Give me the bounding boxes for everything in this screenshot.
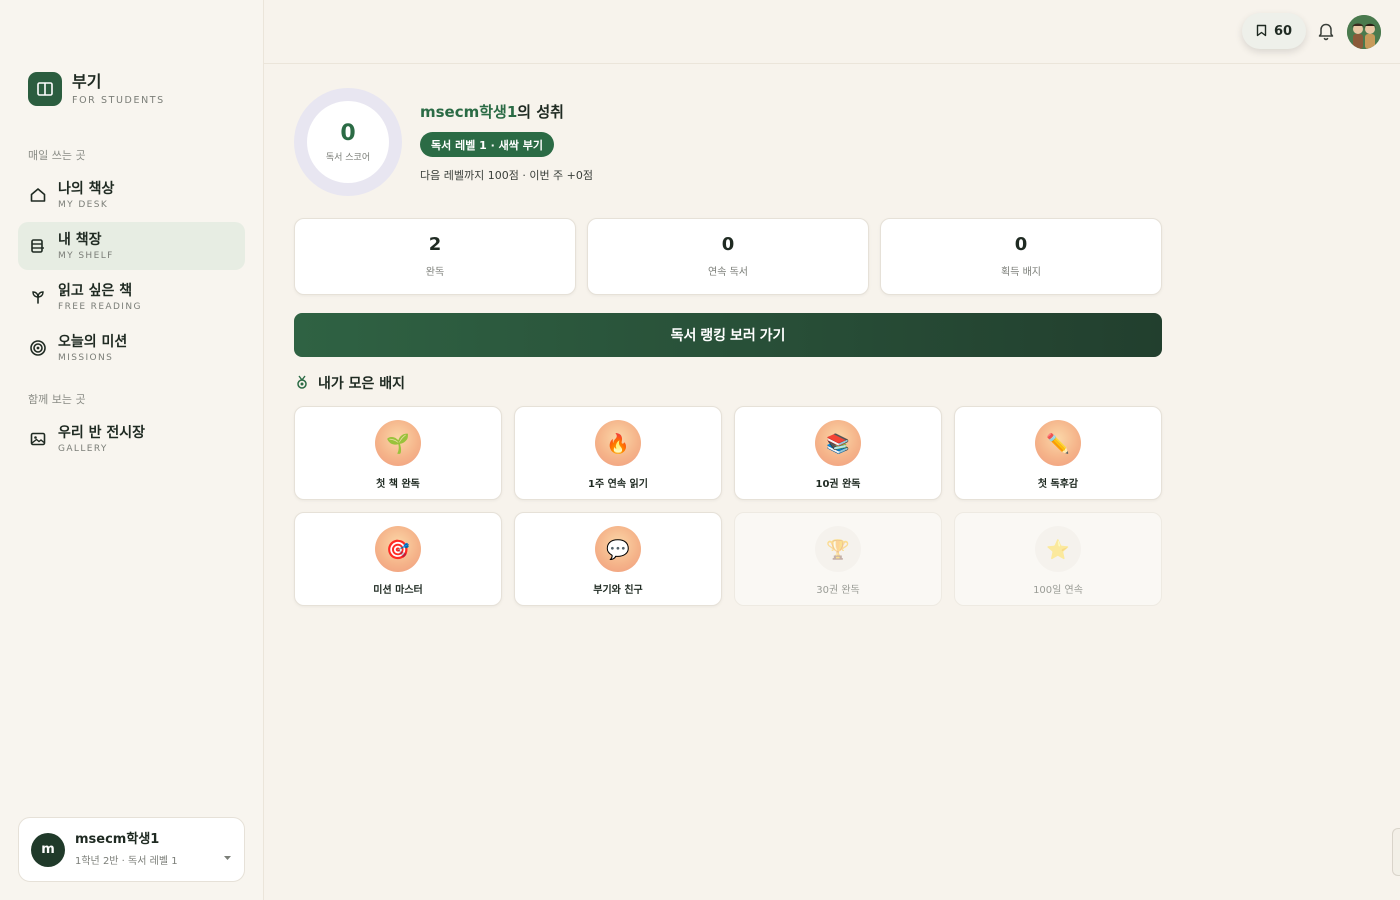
stat-label: 연속 독서	[708, 267, 748, 278]
section-label-together: 함께 보는 곳	[28, 393, 86, 406]
next-level-text: 다음 레벨까지 100점 · 이번 주 +0점	[420, 169, 594, 182]
sidebar-item-label: 오늘의 미션	[58, 333, 128, 350]
speech-bubble-badge-icon: 💬	[595, 526, 641, 572]
target-icon	[28, 338, 48, 358]
book-logo-icon	[28, 72, 62, 106]
star-badge-icon: ⭐	[1035, 526, 1081, 572]
points-value: 60	[1273, 23, 1293, 39]
caret-down-icon	[223, 846, 232, 865]
sidebar: 부기 FOR STUDENTS 매일 쓰는 곳 나의 책상 MY DESK 내 …	[0, 0, 264, 900]
sidebar-item-my-desk[interactable]: 나의 책상 MY DESK	[18, 171, 245, 219]
badge-name: 첫 책 완독	[376, 479, 420, 490]
sidebar-item-gallery[interactable]: 우리 반 전시장 GALLERY	[18, 415, 245, 463]
badge-card[interactable]: 🔥 1주 연속 읽기	[514, 406, 722, 500]
home-icon	[28, 185, 48, 205]
score-value: 0	[340, 120, 356, 146]
sidebar-item-sub: FREE READING	[58, 301, 142, 312]
badge-card-locked[interactable]: ⭐ 100일 연속	[954, 512, 1162, 606]
badge-name: 10권 완독	[815, 479, 861, 490]
sidebar-item-free-reading[interactable]: 읽고 싶은 책 FREE READING	[18, 273, 245, 321]
sidebar-item-missions[interactable]: 오늘의 미션 MISSIONS	[18, 324, 245, 372]
badge-name: 100일 연속	[1033, 585, 1083, 596]
top-bar: 60	[264, 0, 1400, 64]
stat-card-streak: 0 연속 독서	[587, 218, 869, 295]
badge-card[interactable]: 📚 10권 완독	[734, 406, 942, 500]
badge-name: 30권 완독	[816, 585, 860, 596]
user-meta: 1학년 2반 · 독서 레벨 1	[75, 856, 178, 867]
trophy-badge-icon: 🏆	[815, 526, 861, 572]
score-label: 독서 스코어	[325, 152, 371, 163]
shelf-icon	[28, 236, 48, 256]
bell-icon[interactable]	[1317, 21, 1335, 45]
sprout-icon	[28, 287, 48, 307]
stat-value: 0	[721, 234, 735, 255]
profile-avatar[interactable]	[1347, 15, 1381, 49]
sidebar-item-sub: MY DESK	[58, 199, 109, 210]
section-label-daily: 매일 쓰는 곳	[28, 149, 86, 162]
badges-title: 내가 모은 배지	[318, 376, 406, 392]
sidebar-item-sub: MY SHELF	[58, 250, 114, 261]
brand-name: 부기	[72, 72, 102, 91]
pencil-badge-icon: ✏️	[1035, 420, 1081, 466]
badge-name: 부기와 친구	[593, 585, 643, 596]
badge-name: 미션 마스터	[373, 585, 423, 596]
stat-label: 완독	[425, 267, 445, 278]
brand[interactable]: 부기 FOR STUDENTS	[28, 72, 165, 106]
sidebar-item-my-shelf[interactable]: 내 책장 MY SHELF	[18, 222, 245, 270]
badge-card-locked[interactable]: 🏆 30권 완독	[734, 512, 942, 606]
badge-card[interactable]: 💬 부기와 친구	[514, 512, 722, 606]
score-ring: 0 독서 스코어	[294, 88, 402, 196]
level-badge: 독서 레벨 1 · 새싹 부기	[420, 132, 554, 157]
sidebar-item-label: 읽고 싶은 책	[58, 282, 133, 299]
user-name: msecm학생1	[75, 832, 160, 847]
user-avatar: m	[31, 832, 65, 867]
stat-value: 2	[428, 234, 442, 255]
badge-name: 1주 연속 읽기	[588, 479, 648, 490]
sidebar-item-label: 우리 반 전시장	[58, 424, 146, 441]
stat-card-completed: 2 완독	[294, 218, 576, 295]
badges-heading: 내가 모은 배지	[296, 373, 405, 393]
badge-card[interactable]: ✏️ 첫 독후감	[954, 406, 1162, 500]
sidebar-item-label: 내 책장	[58, 231, 102, 248]
ranking-button[interactable]: 독서 랭킹 보러 가기	[294, 313, 1162, 357]
sidebar-item-sub: MISSIONS	[58, 352, 114, 363]
badge-card[interactable]: 🎯 미션 마스터	[294, 512, 502, 606]
badge-card[interactable]: 🌱 첫 책 완독	[294, 406, 502, 500]
page-title: msecm학생1의 성취	[420, 101, 564, 122]
sprout-badge-icon: 🌱	[375, 420, 421, 466]
target-badge-icon: 🎯	[375, 526, 421, 572]
badge-name: 첫 독후감	[1037, 479, 1079, 490]
page-title-user: msecm학생1	[420, 103, 518, 121]
sidebar-item-sub: GALLERY	[58, 443, 108, 454]
books-badge-icon: 📚	[815, 420, 861, 466]
image-icon	[28, 429, 48, 449]
stat-label: 획득 배지	[1001, 267, 1041, 278]
points-button[interactable]: 60	[1242, 13, 1306, 49]
medal-icon	[296, 374, 308, 393]
user-profile-card[interactable]: m msecm학생1 1학년 2반 · 독서 레벨 1	[18, 817, 245, 882]
stat-card-badges: 0 획득 배지	[880, 218, 1162, 295]
sidebar-item-label: 나의 책상	[58, 180, 115, 197]
bookmark-icon	[1256, 22, 1267, 41]
stat-value: 0	[1014, 234, 1028, 255]
fire-badge-icon: 🔥	[595, 420, 641, 466]
side-drawer-handle[interactable]	[1392, 828, 1400, 876]
page-title-suffix: 의 성취	[517, 103, 564, 121]
brand-subtitle: FOR STUDENTS	[72, 95, 165, 106]
